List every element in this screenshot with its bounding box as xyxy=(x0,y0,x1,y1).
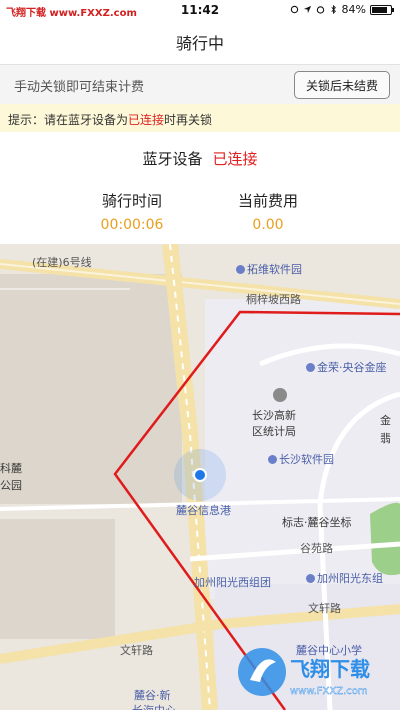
map-label-biaozhi: 标志·麓谷坐标 xyxy=(282,516,352,529)
orientation-lock-icon xyxy=(290,5,298,14)
map-label-jinrong-text: 金荣·央谷金座 xyxy=(317,361,387,374)
map-label-lugu-info: 麓谷信息港 xyxy=(176,504,231,517)
map-label-changsha-gx: 长沙高新 xyxy=(252,409,296,422)
map-label-district-bureau: 区统计局 xyxy=(252,425,296,438)
fee-value: 0.00 xyxy=(252,217,284,233)
bluetooth-status: 已连接 xyxy=(212,150,258,168)
tip-banner: 提示：请在蓝牙设备为已连接时再关锁 xyxy=(0,104,400,132)
watermark: 飞翔下载 www.FXXZ.com xyxy=(230,642,398,708)
government-poi-icon xyxy=(273,388,287,402)
fxxz-logo-icon: 飞翔下载 www.FXXZ.com xyxy=(238,648,370,697)
map-label-guyuan: 谷苑路 xyxy=(300,542,333,555)
poi-icon xyxy=(306,574,315,583)
map-label-tuowei: 拓维软件园 xyxy=(236,261,302,277)
tip-prefix: 提示：请在蓝牙设备为 xyxy=(8,113,129,127)
watermark-url: www.FXXZ.com xyxy=(290,686,368,697)
map-label-software-park: 长沙软件园 xyxy=(268,451,334,467)
end-billing-button[interactable]: 关锁后未结费 xyxy=(294,71,390,99)
map-view[interactable]: (在建)6号线 拓维软件园 桐梓坡西路 金荣·央谷金座 长沙高新 区统计局 金 … xyxy=(0,244,400,710)
map-label-ke-partial: 科麓 xyxy=(0,462,22,475)
bluetooth-row: 蓝牙设备 已连接 xyxy=(0,148,400,169)
tip-highlight: 已连接 xyxy=(128,113,165,127)
alarm-icon xyxy=(316,6,324,14)
location-dot-icon xyxy=(193,468,207,482)
watermark-brand: 飞翔下载 xyxy=(290,657,370,681)
battery-percent: 84% xyxy=(341,3,366,16)
map-label-lugu-new: 麓谷·新 xyxy=(134,689,171,702)
page-title: 骑行中 xyxy=(175,34,224,53)
tip-suffix: 时再关锁 xyxy=(164,113,213,127)
location-arrow-icon xyxy=(303,5,311,14)
bluetooth-icon xyxy=(330,5,336,14)
map-label-tongzi: 桐梓坡西路 xyxy=(246,293,301,306)
map-label-jiazhou-east: 加州阳光东组 xyxy=(306,570,383,586)
unlock-hint: 手动关锁即可结束计费 xyxy=(14,80,145,95)
ride-time-label: 骑行时间 xyxy=(101,192,162,210)
map-label-road-6: (在建)6号线 xyxy=(32,256,92,269)
battery-icon xyxy=(370,4,394,15)
poi-icon xyxy=(236,265,245,274)
ride-time-value: 00:00:06 xyxy=(100,217,164,233)
unlock-row: 手动关锁即可结束计费 关锁后未结费 xyxy=(0,64,400,104)
map-label-jiazhou-east-text: 加州阳光东组 xyxy=(317,572,383,585)
map-label-changhai: 长海中心 xyxy=(132,702,176,710)
map-label-wenxuan-left: 文轩路 xyxy=(120,644,153,657)
ride-time-stat: 骑行时间 00:00:06 xyxy=(67,190,197,233)
fee-stat: 当前费用 0.00 xyxy=(203,190,333,233)
battery-fill xyxy=(372,6,387,13)
map-label-park-partial: 公园 xyxy=(0,479,22,492)
map-label-jinrong: 金荣·央谷金座 xyxy=(306,359,387,375)
map-label-jiazhou-west: 加州阳光西组团 xyxy=(194,576,271,589)
map-label-tuowei-text: 拓维软件园 xyxy=(247,263,302,276)
map-canvas xyxy=(0,244,400,710)
status-right: 84% xyxy=(290,3,394,16)
map-label-software-park-text: 长沙软件园 xyxy=(279,453,334,466)
fee-label: 当前费用 xyxy=(237,192,298,210)
bluetooth-label: 蓝牙设备 xyxy=(142,150,203,168)
map-label-wenxuan-right: 文轩路 xyxy=(308,602,341,615)
status-bar: 飞翔下载 www.FXXZ.com 11:42 84% xyxy=(0,0,400,22)
poi-icon xyxy=(306,363,315,372)
map-label-jin-partial: 金 xyxy=(380,414,391,427)
poi-icon xyxy=(268,455,277,464)
map-label-fei-partial: 翡 xyxy=(380,432,391,445)
